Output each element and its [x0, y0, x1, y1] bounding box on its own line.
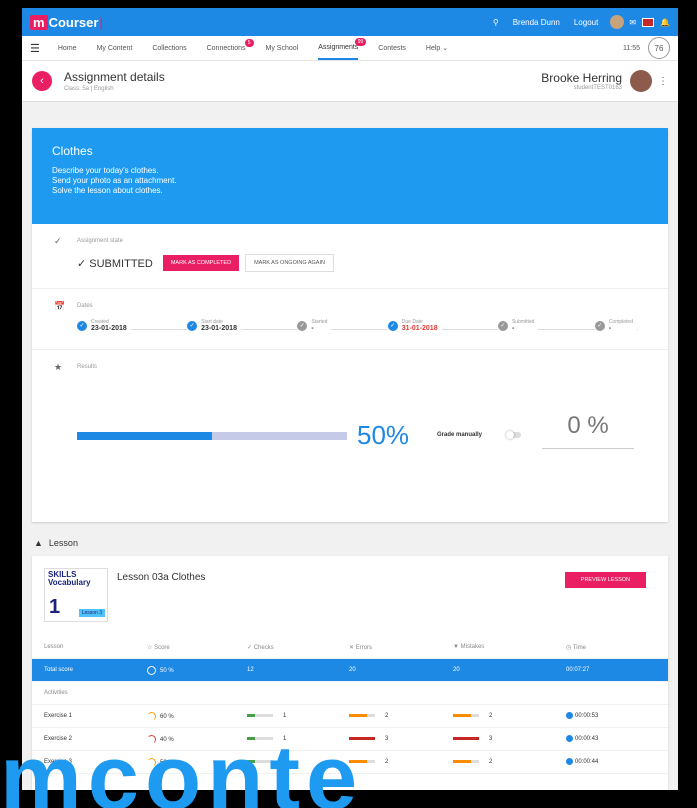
assignment-line: Describe your today's clothes. [52, 166, 159, 175]
top-bar: m Courser | ⚲ Brenda Dunn Logout ✉ 🔔 [22, 8, 678, 36]
level-medal[interactable]: 76 [648, 37, 670, 59]
date-started: ✓ Started - [297, 319, 332, 332]
lesson-heading: ▲ Lesson [34, 538, 78, 548]
grade-manually-toggle[interactable] [506, 431, 521, 439]
logo-m: m [30, 14, 48, 30]
nav-help[interactable]: Help ⌄ [426, 37, 448, 59]
manual-grade-field[interactable]: 0 % [542, 412, 634, 449]
checks-icon: ✓ [247, 644, 253, 651]
lesson-title: Lesson 03a Clothes [117, 572, 206, 583]
bell-icon[interactable]: 🔔 [660, 18, 670, 27]
assignment-line: Solve the lesson about clothes. [52, 186, 163, 195]
dates-label: Dates [77, 303, 93, 309]
user-name[interactable]: Brenda Dunn [513, 18, 560, 27]
nav-my-content[interactable]: My Content [97, 38, 133, 59]
check-icon: ✓ [54, 236, 62, 246]
clock: 11:55 [623, 44, 640, 52]
page-header: ‹ Assignment details Class: 5a | English… [22, 61, 678, 102]
table-header: Lesson ☆ Score ✓ Checks ✕ Errors ▼ Mista… [32, 636, 668, 659]
date-start: ✓ Start date 23-01-2018 [187, 319, 241, 332]
assignment-card: Clothes Describe your today's clothes. S… [32, 128, 668, 522]
calendar-icon: 📅 [54, 301, 66, 311]
page-title: Assignment details [64, 70, 165, 84]
score-percent: 50% [357, 420, 410, 450]
assignment-banner: Clothes Describe your today's clothes. S… [32, 128, 668, 224]
nav-home[interactable]: Home [58, 38, 77, 59]
nav-connections[interactable]: Connections 5 [207, 38, 254, 59]
nav-assignments[interactable]: Assignments 99 [318, 37, 367, 60]
table-row[interactable]: Exercise 1 60 % 1 2 2 00:00:53 [32, 705, 668, 728]
assignment-title: Clothes [52, 144, 93, 158]
more-options-icon[interactable]: ⋮ [658, 76, 668, 87]
mistakes-icon: ▼ [453, 644, 459, 650]
logo-text: Courser [48, 14, 99, 30]
status-value: ✓ SUBMITTED [77, 257, 153, 270]
user-avatar[interactable] [610, 15, 625, 29]
status-label: Assignment state [77, 238, 124, 244]
time-icon: ◷ [566, 644, 572, 651]
language-flag-icon[interactable] [642, 17, 655, 27]
activities-label: Activities [32, 682, 668, 705]
date-completed: ✓ Completed - [594, 319, 637, 332]
status-section: ✓ Assignment state ✓ SUBMITTED MARK AS C… [32, 224, 668, 289]
nav-collections[interactable]: Collections [152, 38, 186, 59]
grade-manually-label: Grade manually [437, 432, 483, 438]
lesson-icon: ▲ [34, 538, 43, 548]
lesson-thumbnail[interactable]: SKILLS Vocabulary 1 Lesson 3 [44, 568, 108, 622]
total-score-row: Total score 50 % 12 20 20 00:07:27 [32, 659, 668, 682]
date-created: ✓ Created 23-01-2018 [77, 319, 131, 332]
back-button[interactable]: ‹ [32, 71, 52, 91]
preview-lesson-button[interactable]: PREVIEW LESSON [564, 572, 646, 588]
logout-link[interactable]: Logout [574, 18, 598, 27]
brand-watermark: mconte [0, 748, 364, 808]
student-name: Brooke Herring [541, 71, 622, 85]
menu-icon[interactable]: ☰ [30, 42, 40, 55]
connections-badge: 5 [244, 38, 254, 47]
app-window: m Courser | ⚲ Brenda Dunn Logout ✉ 🔔 ☰ Hom… [22, 8, 678, 790]
date-due: ✓ Due Date 31-01-2018 [387, 319, 442, 332]
page-subtitle: Class: 5a | English [64, 86, 114, 92]
star-icon: ★ [54, 362, 63, 372]
search-icon[interactable]: ⚲ [493, 18, 499, 27]
nav-contests[interactable]: Contests [378, 38, 406, 59]
app-logo[interactable]: m Courser | [30, 14, 103, 30]
errors-icon: ✕ [349, 644, 355, 651]
student-id: studentTEST0163 [573, 85, 622, 91]
dates-section: 📅 Dates ✓ Created 23-01-2018 ✓ Start date 23… [32, 289, 668, 350]
logo-cursor: | [99, 14, 103, 30]
assignments-badge: 99 [354, 37, 367, 46]
date-submitted: ✓ Submitted - [497, 319, 539, 332]
nav-my-school[interactable]: My School [266, 38, 299, 59]
score-progress-bar [77, 432, 347, 440]
mail-icon[interactable]: ✉ [629, 18, 636, 27]
assignment-line: Send your photo as an attachment. [52, 176, 177, 185]
results-label: Results [77, 364, 98, 370]
main-nav: ☰ Home My Content Collections Connection… [22, 36, 678, 61]
mark-ongoing-button[interactable]: MARK AS ONGOING AGAIN [245, 254, 334, 272]
score-star-icon: ☆ [147, 644, 153, 651]
mark-completed-button[interactable]: MARK AS COMPLETED [162, 255, 240, 271]
student-avatar [630, 70, 652, 92]
results-section: ★ Results 50% Grade manually 0 % [32, 350, 668, 520]
